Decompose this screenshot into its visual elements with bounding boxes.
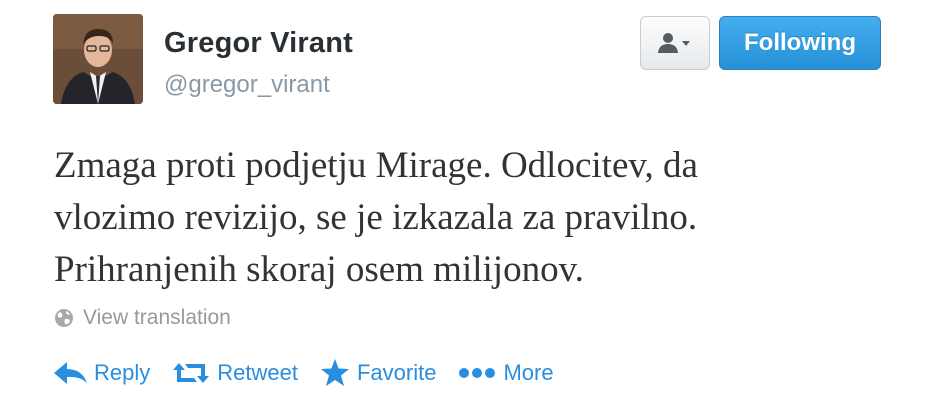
- more-button[interactable]: More: [458, 360, 554, 386]
- star-icon: [320, 359, 349, 386]
- reply-icon: [54, 362, 87, 384]
- tweet-text-line: Prihranjenih skoraj osem milijonov.: [54, 249, 584, 290]
- more-dots-icon: [459, 368, 496, 378]
- avatar-photo: [53, 14, 143, 104]
- view-translation-link[interactable]: View translation: [54, 306, 231, 330]
- tweet-text-line: vlozimo revizijo, se je izkazala za prav…: [54, 197, 698, 238]
- avatar[interactable]: [53, 14, 143, 104]
- following-button[interactable]: Following: [719, 16, 881, 70]
- user-dropdown-icon: [658, 33, 690, 53]
- retweet-label: Retweet: [217, 360, 298, 385]
- favorite-button[interactable]: Favorite: [320, 359, 436, 387]
- tweet-card: Gregor Virant @gregor_virant Following Z…: [0, 0, 940, 409]
- reply-label: Reply: [94, 360, 151, 385]
- reply-button[interactable]: Reply: [54, 360, 150, 386]
- more-label: More: [503, 360, 554, 385]
- globe-icon: [55, 309, 73, 327]
- favorite-label: Favorite: [356, 360, 437, 385]
- author-name[interactable]: Gregor Virant: [164, 27, 353, 60]
- view-translation-label: View translation: [83, 306, 231, 329]
- retweet-button[interactable]: Retweet: [172, 360, 298, 386]
- retweet-icon: [173, 363, 210, 383]
- tweet-actions: Reply Retweet Favorite More: [54, 355, 576, 391]
- tweet-text: Zmaga proti podjetju Mirage. Odlocitev, …: [54, 140, 914, 296]
- user-actions-dropdown-button[interactable]: [640, 16, 710, 70]
- author-handle[interactable]: @gregor_virant: [164, 71, 330, 99]
- tweet-text-line: Zmaga proti podjetju Mirage. Odlocitev, …: [54, 145, 698, 186]
